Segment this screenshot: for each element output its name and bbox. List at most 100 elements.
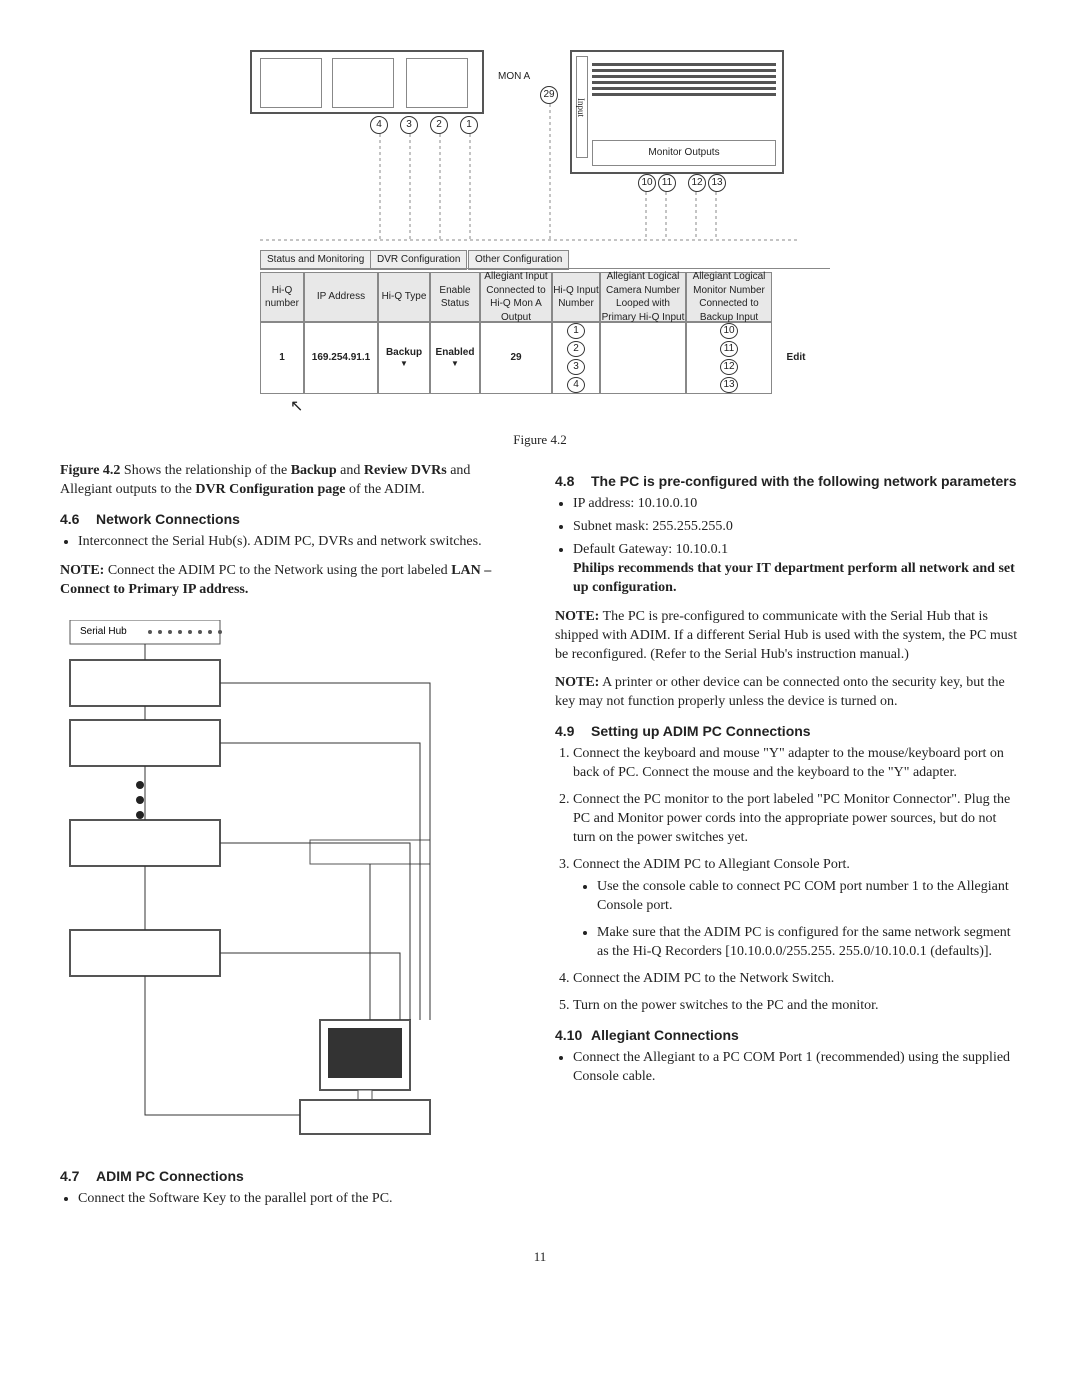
cell-logical-monitor: 10 11 12 13 — [686, 322, 772, 394]
list-item: IP address: 10.10.0.10 — [573, 495, 1020, 514]
header-logical-monitor: Allegiant Logical Monitor Number Connect… — [686, 272, 772, 322]
list-4-6: Interconnect the Serial Hub(s). ADIM PC,… — [78, 533, 525, 552]
sublist: Use the console cable to connect PC COM … — [597, 878, 1020, 962]
out-13-badge: 13 — [708, 174, 726, 192]
list-4-7: Connect the Software Key to the parallel… — [78, 1190, 525, 1209]
intro-backup: Backup — [291, 463, 337, 478]
intro-paragraph: Figure 4.2 Shows the relationship of the… — [60, 462, 525, 500]
chevron-down-icon: ▼ — [400, 359, 408, 370]
out-11-badge: 11 — [658, 174, 676, 192]
note-label: NOTE: — [555, 675, 599, 690]
cell-ip-address: 169.254.91.1 — [304, 322, 378, 394]
intro-dvrconfig: DVR Configuration page — [195, 482, 345, 497]
note-text: Connect the ADIM PC to the Network using… — [104, 563, 451, 578]
figure-diagram: MON A 29 4 3 2 1 Input Monitor Outputs 1… — [240, 40, 840, 420]
list-item: Connect the ADIM PC to Allegiant Console… — [573, 856, 1020, 962]
input-1-badge: 1 — [567, 323, 585, 339]
note-4-8a: NOTE: The PC is pre-configured to commun… — [555, 608, 1020, 665]
tab-status-monitoring[interactable]: Status and Monitoring — [260, 250, 371, 270]
allegiant-unit-icon: Input Monitor Outputs — [570, 50, 784, 174]
heading-4-6: 4.6Network Connections — [60, 510, 525, 529]
intro-text: of the ADIM. — [345, 482, 424, 497]
cell-hiq-number: 1 — [260, 322, 304, 394]
header-logical-camera: Allegiant Logical Camera Number Looped w… — [600, 272, 686, 322]
note-4-6: NOTE: Connect the ADIM PC to the Network… — [60, 562, 525, 600]
note-text: A printer or other device can be connect… — [555, 675, 1005, 709]
intro-text: Shows the relationship of the — [120, 463, 290, 478]
figure-4-2: MON A 29 4 3 2 1 Input Monitor Outputs 1… — [60, 40, 1020, 448]
intro-figref: Figure 4.2 — [60, 463, 120, 478]
recommendation-bold: Philips recommends that your IT departme… — [573, 561, 1015, 595]
heading-num: 4.8 — [555, 472, 591, 491]
intro-text: and — [337, 463, 364, 478]
edit-button[interactable]: Edit — [772, 322, 820, 394]
list-item: Subnet mask: 255.255.255.0 — [573, 518, 1020, 537]
input-2-badge: 2 — [567, 341, 585, 357]
out-10-badge: 10 — [638, 174, 656, 192]
left-column: Figure 4.2 Shows the relationship of the… — [60, 462, 525, 1218]
note-label: NOTE: — [60, 563, 104, 578]
dvr-unit-icon — [250, 50, 484, 114]
list-item: Interconnect the Serial Hub(s). ADIM PC,… — [78, 533, 525, 552]
heading-title: Network Connections — [96, 511, 240, 527]
figure-caption: Figure 4.2 — [60, 431, 1020, 449]
heading-title: ADIM PC Connections — [96, 1168, 244, 1184]
list-item: Connect the ADIM PC to the Network Switc… — [573, 970, 1020, 989]
config-table-header-row: Hi-Q number IP Address Hi-Q Type Enable … — [260, 272, 820, 322]
list-4-8: IP address: 10.10.0.10 Subnet mask: 255.… — [573, 495, 1020, 597]
input-4-badge: 4 — [567, 377, 585, 393]
serial-hub-label: Serial Hub — [80, 626, 127, 637]
cell-hiq-type-value: Backup — [386, 346, 422, 360]
intro-review: Review DVRs — [364, 463, 447, 478]
monitor-outputs-label: Monitor Outputs — [592, 140, 776, 166]
backup-11-badge: 11 — [720, 341, 738, 357]
list-item: Connect the keyboard and mouse "Y" adapt… — [573, 745, 1020, 783]
header-hiq-type: Hi-Q Type — [378, 272, 430, 322]
cell-enable-status[interactable]: Enabled ▼ — [430, 322, 480, 394]
mon-number-badge: 29 — [540, 86, 558, 104]
tab-other-configuration[interactable]: Other Configuration — [468, 250, 569, 270]
page-number: 11 — [60, 1248, 1020, 1266]
cell-enable-status-value: Enabled — [436, 346, 475, 360]
port-3-badge: 3 — [400, 116, 418, 134]
list-item-text: Connect the ADIM PC to Allegiant Console… — [573, 857, 850, 872]
note-4-8b: NOTE: A printer or other device can be c… — [555, 674, 1020, 712]
cell-logical-camera — [600, 322, 686, 394]
input-3-badge: 3 — [567, 359, 585, 375]
chevron-down-icon: ▼ — [451, 359, 459, 370]
header-hiq-input-number: Hi-Q Input Number — [552, 272, 600, 322]
heading-4-8: 4.8The PC is pre-configured with the fol… — [555, 472, 1020, 491]
header-enable-status: Enable Status — [430, 272, 480, 322]
port-4-badge: 4 — [370, 116, 388, 134]
heading-num: 4.7 — [60, 1167, 96, 1186]
backup-12-badge: 12 — [720, 359, 738, 375]
cell-hiq-type[interactable]: Backup ▼ — [378, 322, 430, 394]
list-4-10: Connect the Allegiant to a PC COM Port 1… — [573, 1049, 1020, 1087]
cursor-icon: ↖ — [290, 396, 303, 418]
tab-dvr-configuration[interactable]: DVR Configuration — [370, 250, 467, 270]
out-12-badge: 12 — [688, 174, 706, 192]
heading-num: 4.6 — [60, 510, 96, 529]
list-item: Default Gateway: 10.10.0.1 Philips recom… — [573, 541, 1020, 598]
header-ip-address: IP Address — [304, 272, 378, 322]
list-item: Use the console cable to connect PC COM … — [597, 878, 1020, 916]
body-columns: Figure 4.2 Shows the relationship of the… — [60, 462, 1020, 1218]
backup-13-badge: 13 — [720, 377, 738, 393]
right-column: 4.8The PC is pre-configured with the fol… — [555, 462, 1020, 1218]
heading-num: 4.9 — [555, 722, 591, 741]
cell-allegiant-input: 29 — [480, 322, 552, 394]
connection-diagram-icon: Serial Hub — [60, 620, 440, 1140]
header-allegiant-input: Allegiant Input Connected to Hi-Q Mon A … — [480, 272, 552, 322]
heading-title: The PC is pre-configured with the follow… — [591, 473, 1017, 489]
note-text: The PC is pre-configured to communicate … — [555, 609, 1017, 662]
cell-hiq-input-number: 1 2 3 4 — [552, 322, 600, 394]
backup-10-badge: 10 — [720, 323, 738, 339]
list-item: Turn on the power switches to the PC and… — [573, 997, 1020, 1016]
port-1-badge: 1 — [460, 116, 478, 134]
heading-4-9: 4.9Setting up ADIM PC Connections — [555, 722, 1020, 741]
list-item: Connect the Software Key to the parallel… — [78, 1190, 525, 1209]
list-4-9: Connect the keyboard and mouse "Y" adapt… — [573, 745, 1020, 1016]
config-table-row: 1 169.254.91.1 Backup ▼ Enabled ▼ 29 1 2… — [260, 322, 820, 394]
heading-4-7: 4.7ADIM PC Connections — [60, 1167, 525, 1186]
list-item: Connect the Allegiant to a PC COM Port 1… — [573, 1049, 1020, 1087]
